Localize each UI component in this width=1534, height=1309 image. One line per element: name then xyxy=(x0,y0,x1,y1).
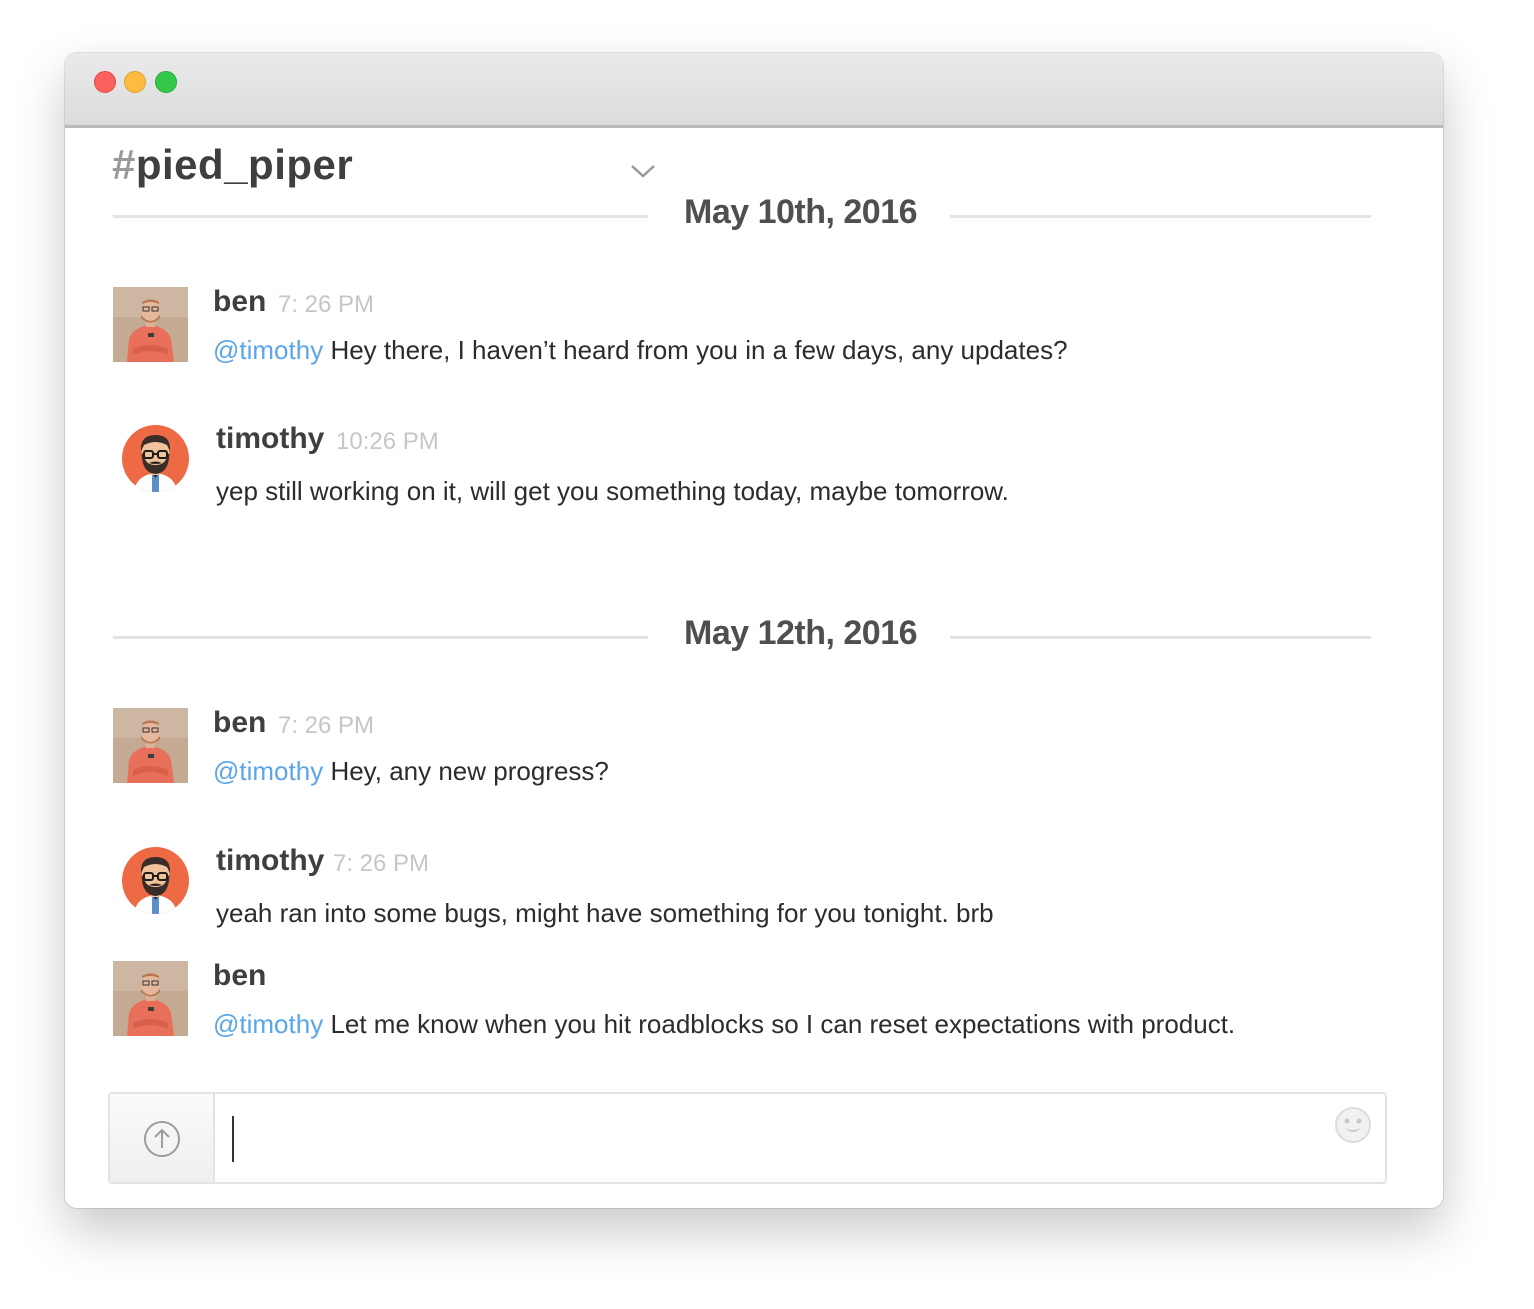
message-body: yeah ran into some bugs, might have some… xyxy=(216,898,994,928)
date-divider-line xyxy=(950,215,1371,218)
zoom-button[interactable] xyxy=(155,71,177,93)
message-body: Hey, any new progress? xyxy=(330,756,609,786)
arrow-up-circle-icon xyxy=(144,1121,180,1157)
message-author[interactable]: ben xyxy=(213,959,266,993)
avatar-timothy[interactable] xyxy=(122,847,189,914)
message-body: yep still working on it, will get you so… xyxy=(216,476,1009,506)
mention-link[interactable]: @timothy xyxy=(213,756,323,786)
avatar-ben[interactable] xyxy=(113,708,188,783)
message-text: @timothy Hey there, I haven’t heard from… xyxy=(213,335,1068,366)
message-author[interactable]: ben xyxy=(213,285,266,319)
chevron-down-icon[interactable] xyxy=(629,162,657,180)
minimize-button[interactable] xyxy=(124,71,146,93)
message-body: Hey there, I haven’t heard from you in a… xyxy=(330,335,1068,365)
channel-hash: # xyxy=(112,141,136,188)
title-bar[interactable] xyxy=(65,53,1443,128)
avatar-ben[interactable] xyxy=(113,961,188,1036)
message-timestamp: 7: 26 PM xyxy=(333,850,430,877)
channel-name: pied_piper xyxy=(135,141,354,188)
message-input[interactable] xyxy=(216,1094,1316,1182)
avatar-timothy[interactable] xyxy=(122,425,189,492)
channel-title[interactable]: #pied_piper xyxy=(112,141,353,189)
mention-link[interactable]: @timothy xyxy=(213,1009,323,1039)
message-text: yep still working on it, will get you so… xyxy=(216,476,1009,507)
avatar-ben[interactable] xyxy=(113,287,188,362)
date-divider-line xyxy=(950,636,1371,639)
app-window: #pied_piper May 10th, 2016 ben 7: 26 PM … xyxy=(65,53,1443,1208)
message-timestamp: 7: 26 PM xyxy=(278,291,375,318)
message-text: yeah ran into some bugs, might have some… xyxy=(216,898,994,929)
date-divider-label: May 10th, 2016 xyxy=(684,193,918,231)
date-divider-line xyxy=(113,636,648,639)
close-button[interactable] xyxy=(94,71,116,93)
date-divider-label: May 12th, 2016 xyxy=(684,614,918,652)
message-timestamp: 7: 26 PM xyxy=(278,712,375,739)
message-author[interactable]: timothy xyxy=(216,422,324,456)
date-divider-line xyxy=(113,215,648,218)
text-cursor xyxy=(232,1116,234,1162)
message-author[interactable]: timothy xyxy=(216,844,324,878)
message-timestamp: 10:26 PM xyxy=(336,428,439,455)
message-composer xyxy=(108,1092,1387,1184)
upload-button[interactable] xyxy=(110,1094,215,1182)
message-text: @timothy Hey, any new progress? xyxy=(213,756,609,787)
message-body: Let me know when you hit roadblocks so I… xyxy=(330,1009,1236,1039)
message-text: @timothy Let me know when you hit roadbl… xyxy=(213,1009,1235,1040)
mention-link[interactable]: @timothy xyxy=(213,335,323,365)
smiley-face-icon[interactable] xyxy=(1334,1106,1372,1144)
message-author[interactable]: ben xyxy=(213,706,266,740)
